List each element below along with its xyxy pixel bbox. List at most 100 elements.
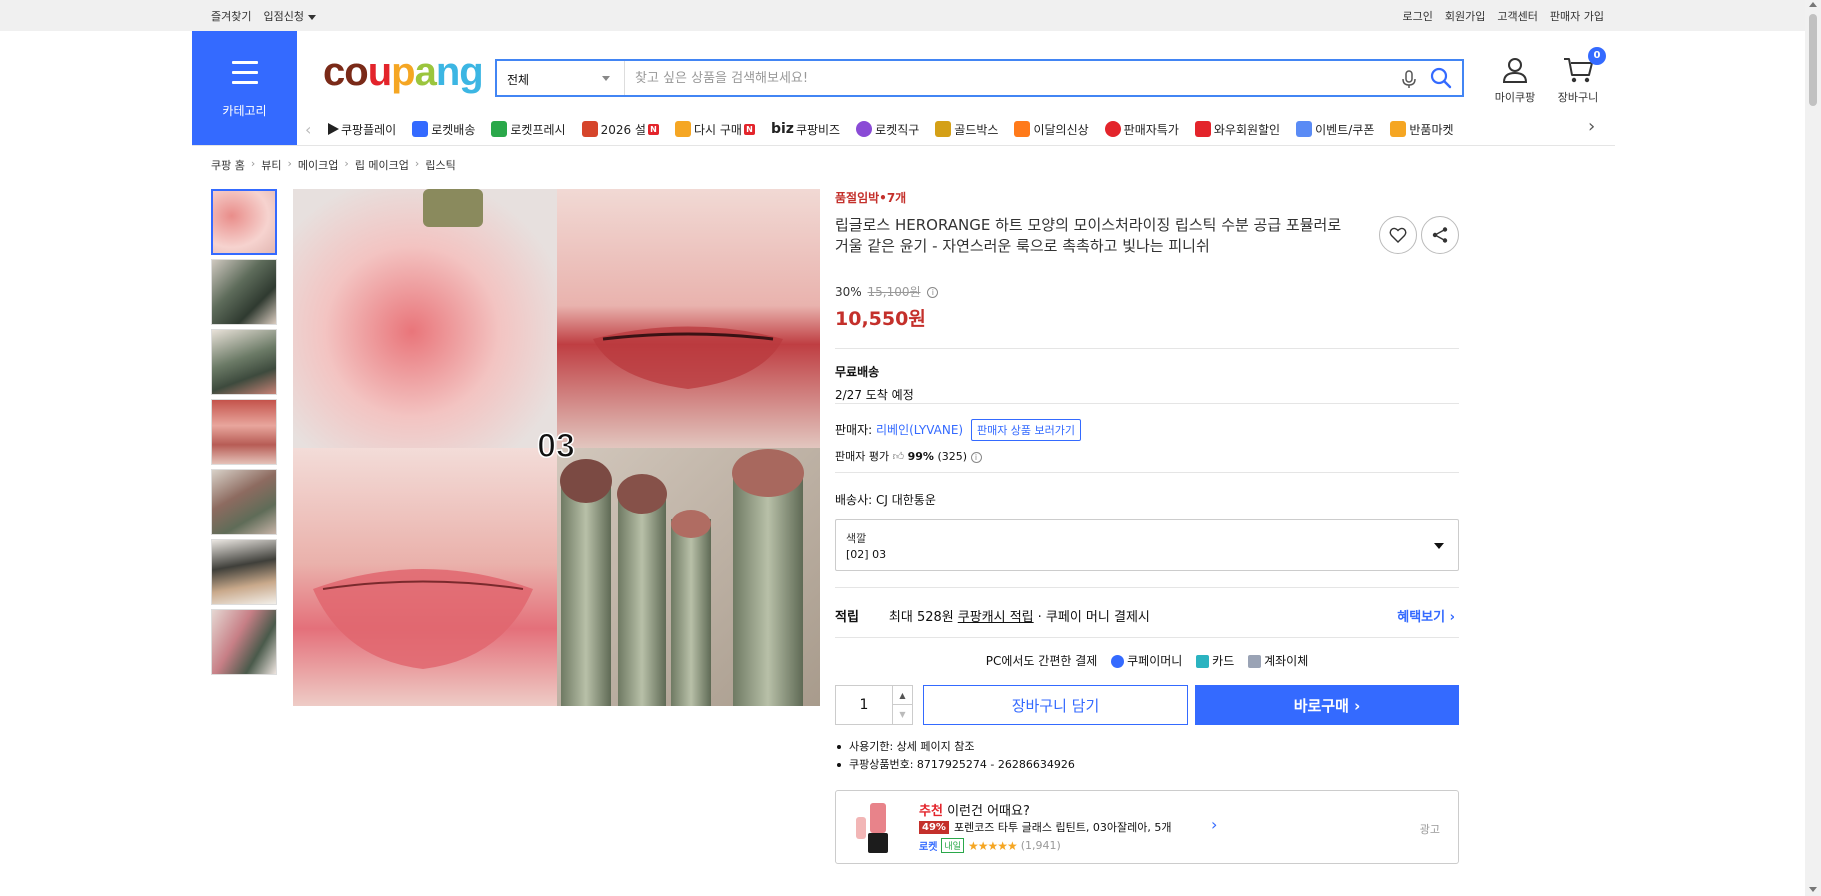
seller-rating-label: 판매자 평가: [835, 450, 890, 463]
scrollbar-thumb[interactable]: [1809, 14, 1817, 106]
play-icon: [328, 123, 339, 135]
product-image-collage: 03: [293, 189, 820, 706]
nav-item-coupang-biz[interactable]: biz 쿠팡비즈: [771, 121, 840, 138]
nav-item-rebuy[interactable]: 다시 구매 N: [674, 121, 755, 138]
nav-item-coupang-play[interactable]: 쿠팡플레이: [325, 121, 396, 138]
recommended-ad[interactable]: 추천 이런건 어때요? 49% 포렌코즈 타투 글래스 립틴트, 03아잘레아, …: [835, 790, 1459, 864]
discount-rate: 30%: [835, 285, 862, 299]
nav-item-seller-deals[interactable]: 판매자특가: [1104, 121, 1179, 138]
reward-section: 적립 최대 528원 쿠팡캐시 적립 · 쿠페이 머니 결제시 혜택보기 ›: [835, 587, 1459, 637]
nav-item-label: 2026 설: [600, 122, 646, 137]
product-thumbnail[interactable]: [211, 189, 277, 255]
nav-item-new-arrivals[interactable]: 이달의신상: [1014, 121, 1089, 138]
search-input[interactable]: [635, 67, 1395, 89]
breadcrumb-beauty[interactable]: 뷰티: [261, 157, 281, 173]
share-icon: [1432, 227, 1448, 243]
seller-products-button[interactable]: 판매자 상품 보러가기: [970, 419, 1082, 441]
category-menu-button[interactable]: 카테고리: [192, 31, 297, 145]
chevron-left-icon[interactable]: ‹: [305, 120, 325, 139]
color-option-select[interactable]: 색깔 [02] 03: [835, 519, 1459, 571]
product-thumbnail[interactable]: [211, 609, 277, 675]
nav-item-label: 다시 구매: [693, 122, 742, 137]
chevron-right-icon[interactable]: ›: [1211, 815, 1217, 834]
nav-item-label: 골드박스: [954, 122, 999, 137]
thumbs-up-icon: 👍︎: [892, 450, 905, 463]
wishlist-button[interactable]: [1379, 216, 1417, 254]
main-product-image[interactable]: 03: [293, 189, 820, 706]
reward-amount: 최대 528원: [888, 610, 954, 625]
sale-price: 10,550원: [835, 308, 926, 330]
ad-meta-line: 로켓 내일 ★★★★★ (1,941): [919, 838, 1061, 853]
nav-item-label: 판매자특가: [1123, 122, 1179, 137]
nav-item-return-market[interactable]: 반품마켓: [1390, 121, 1454, 138]
seller-name-link[interactable]: 리베인(LYVANE): [876, 423, 963, 437]
page-scrollbar[interactable]: [1805, 0, 1821, 896]
search-category-value: 전체: [507, 73, 530, 87]
nav-item-label: 반품마켓: [1409, 122, 1454, 137]
bookmark-link[interactable]: 즐겨찾기: [211, 8, 251, 24]
nav-item-rocket-global[interactable]: 로켓직구: [856, 121, 919, 138]
nav-item-rocket-delivery[interactable]: 로켓배송: [412, 121, 475, 138]
pay-method-card: 카드: [1212, 654, 1235, 668]
chevron-right-icon[interactable]: ›: [1588, 116, 1595, 137]
benefits-link[interactable]: 혜택보기 ›: [1397, 606, 1455, 625]
chevron-down-icon[interactable]: ▼: [892, 705, 912, 724]
rocket-icon: [412, 121, 429, 137]
tomorrow-badge: 내일: [941, 838, 964, 853]
seller-rating: 판매자 평가 👍︎ 99% (325) i: [835, 448, 1459, 464]
cart-button[interactable]: 장바구니 0: [1550, 47, 1606, 105]
login-link[interactable]: 로그인: [1403, 8, 1433, 24]
gift-icon: [581, 121, 598, 137]
carrier-section: 배송사: CJ 대한통운: [835, 472, 1459, 518]
thumbnail-list: [211, 189, 279, 679]
quantity-input[interactable]: [836, 686, 892, 724]
scroll-down-icon[interactable]: [1809, 887, 1817, 892]
search-category-select[interactable]: 전체: [497, 61, 625, 95]
buy-now-button[interactable]: 바로구매 ›: [1195, 685, 1459, 725]
share-button[interactable]: [1421, 216, 1459, 254]
scroll-up-icon[interactable]: [1809, 2, 1817, 7]
list-item: 쿠팡상품번호: 8717925274 - 26286634926: [835, 756, 1075, 774]
info-icon[interactable]: i: [927, 287, 939, 298]
breadcrumb-makeup[interactable]: 메이크업: [298, 157, 338, 173]
breadcrumb-home[interactable]: 쿠팡 홈: [211, 157, 245, 173]
seller-signup-link[interactable]: 판매자 가입: [1550, 8, 1604, 24]
rocket-badge: 로켓: [919, 842, 938, 853]
customer-center-link[interactable]: 고객센터: [1497, 8, 1537, 24]
breadcrumb-lip-makeup[interactable]: 립 메이크업: [355, 157, 409, 173]
partner-apply-link[interactable]: 입점신청: [263, 8, 316, 24]
original-price: 15,100원: [867, 285, 921, 299]
breadcrumb-separator: ›: [287, 157, 292, 170]
microphone-icon[interactable]: [1400, 69, 1418, 89]
signup-link[interactable]: 회원가입: [1445, 8, 1485, 24]
home-icon: [674, 121, 691, 137]
nav-item-seollal[interactable]: 2026 설N: [581, 121, 659, 138]
nav-item-rocket-fresh[interactable]: 로켓프레시: [491, 121, 566, 138]
product-thumbnail[interactable]: [211, 469, 277, 535]
breadcrumb-lipstick[interactable]: 립스틱: [425, 157, 455, 173]
mypage-label: 마이쿠팡: [1494, 91, 1536, 104]
product-thumbnail[interactable]: [211, 259, 277, 325]
nav-item-goldbox[interactable]: 골드박스: [935, 121, 998, 138]
nav-item-events-coupons[interactable]: 이벤트/쿠폰: [1296, 121, 1374, 138]
stock-notice: 품절임박•7개: [835, 191, 907, 205]
product-title: 립글로스 HERORANGE 하트 모양의 모이스처라이징 립스틱 수분 공급 …: [835, 216, 1342, 255]
ad-product-name: 포렌코즈 타투 글래스 립틴트, 03아잘레아, 5개: [953, 821, 1172, 834]
new-badge: N: [743, 123, 755, 135]
add-to-cart-button[interactable]: 장바구니 담기: [923, 685, 1188, 725]
info-icon[interactable]: i: [970, 451, 982, 463]
global-icon: [856, 121, 873, 137]
ad-product-line: 49% 포렌코즈 타투 글래스 립틴트, 03아잘레아, 5개: [919, 819, 1171, 835]
search-icon[interactable]: [1430, 67, 1452, 89]
chevron-up-icon[interactable]: ▲: [892, 686, 912, 705]
product-thumbnail[interactable]: [211, 329, 277, 395]
mypage-button[interactable]: 마이쿠팡: [1485, 55, 1545, 105]
market-icon: [1390, 121, 1407, 137]
nav-item-wow-discount[interactable]: 와우회원할인: [1194, 121, 1280, 138]
product-thumbnail[interactable]: [211, 399, 277, 465]
goldbox-icon: [935, 121, 952, 137]
nav-item-label: 로켓배송: [431, 122, 476, 137]
coupang-logo[interactable]: coupang: [323, 52, 484, 92]
product-thumbnail[interactable]: [211, 539, 277, 605]
coupang-cash-link[interactable]: 쿠팡캐시 적립: [958, 606, 1034, 625]
